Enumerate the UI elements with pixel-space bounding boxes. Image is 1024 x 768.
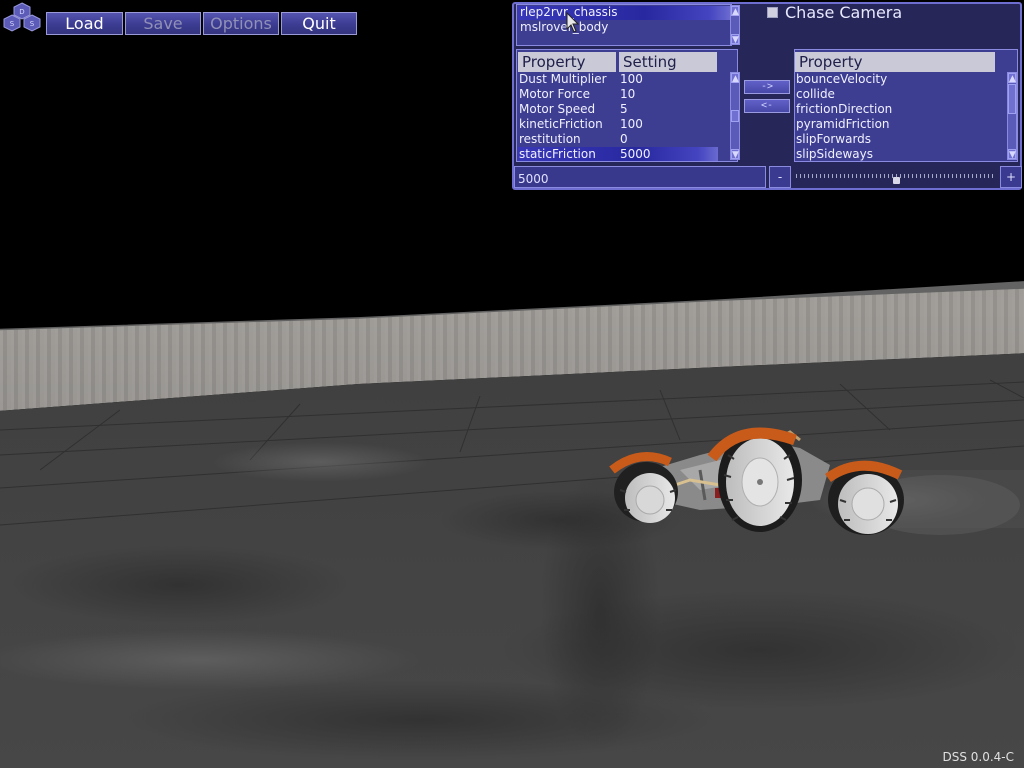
available-property-item[interactable]: frictionDirection bbox=[796, 102, 892, 116]
svg-text:S: S bbox=[10, 20, 15, 28]
save-button[interactable]: Save bbox=[125, 12, 201, 35]
svg-text:D: D bbox=[19, 8, 24, 16]
settings-row-value[interactable]: 100 bbox=[620, 72, 643, 86]
increment-button[interactable]: + bbox=[1000, 166, 1022, 188]
remove-property-button[interactable]: <- bbox=[744, 99, 790, 113]
value-input[interactable]: 5000 bbox=[514, 166, 766, 188]
available-property-item[interactable]: bounceVelocity bbox=[796, 72, 887, 86]
settings-header-setting[interactable]: Setting bbox=[619, 52, 717, 72]
version-label: DSS 0.0.4-C bbox=[942, 750, 1014, 764]
settings-row-value[interactable]: 10 bbox=[620, 87, 635, 101]
main-toolbar: Load Save Options Quit bbox=[46, 12, 357, 35]
scroll-thumb[interactable] bbox=[1008, 84, 1016, 114]
chase-camera-checkbox[interactable] bbox=[767, 7, 778, 18]
load-button[interactable]: Load bbox=[46, 12, 123, 35]
available-property-item[interactable]: slipSideways bbox=[796, 147, 873, 161]
available-header-property[interactable]: Property bbox=[795, 52, 995, 72]
settings-row-value[interactable]: 5000 bbox=[620, 147, 651, 161]
settings-row-value[interactable]: 5 bbox=[620, 102, 628, 116]
svg-text:S: S bbox=[30, 20, 35, 28]
settings-row-property[interactable]: kineticFriction bbox=[519, 117, 603, 131]
value-slider[interactable] bbox=[796, 168, 998, 186]
scroll-thumb[interactable] bbox=[731, 110, 739, 122]
options-button[interactable]: Options bbox=[203, 12, 279, 35]
settings-header-property[interactable]: Property bbox=[518, 52, 616, 72]
scroll-up-icon[interactable]: ▲ bbox=[1008, 73, 1016, 84]
scroll-up-icon[interactable]: ▲ bbox=[731, 6, 739, 17]
scroll-down-icon[interactable]: ▼ bbox=[731, 34, 739, 45]
slider-knob[interactable] bbox=[893, 177, 900, 184]
settings-row-property[interactable]: Motor Force bbox=[519, 87, 590, 101]
scroll-up-icon[interactable]: ▲ bbox=[731, 73, 739, 84]
settings-row-value[interactable]: 100 bbox=[620, 117, 643, 131]
mouse-cursor-icon bbox=[566, 12, 580, 33]
object-item-body[interactable]: mslrover_body bbox=[520, 20, 608, 34]
settings-row-property[interactable]: Dust Multiplier bbox=[519, 72, 607, 86]
available-property-item[interactable]: slipForwards bbox=[796, 132, 871, 146]
settings-row-property[interactable]: restitution bbox=[519, 132, 581, 146]
quit-button[interactable]: Quit bbox=[281, 12, 357, 35]
dss-logo: D S S bbox=[3, 2, 41, 32]
settings-row-property[interactable]: staticFriction bbox=[519, 147, 596, 161]
decrement-button[interactable]: - bbox=[769, 166, 791, 188]
add-property-button[interactable]: -> bbox=[744, 80, 790, 94]
available-property-item[interactable]: collide bbox=[796, 87, 835, 101]
settings-row-property[interactable]: Motor Speed bbox=[519, 102, 595, 116]
chase-camera-label[interactable]: Chase Camera bbox=[785, 3, 902, 22]
scroll-down-icon[interactable]: ▼ bbox=[731, 149, 739, 160]
settings-row-value[interactable]: 0 bbox=[620, 132, 628, 146]
available-property-item[interactable]: pyramidFriction bbox=[796, 117, 890, 131]
scroll-down-icon[interactable]: ▼ bbox=[1008, 149, 1016, 160]
